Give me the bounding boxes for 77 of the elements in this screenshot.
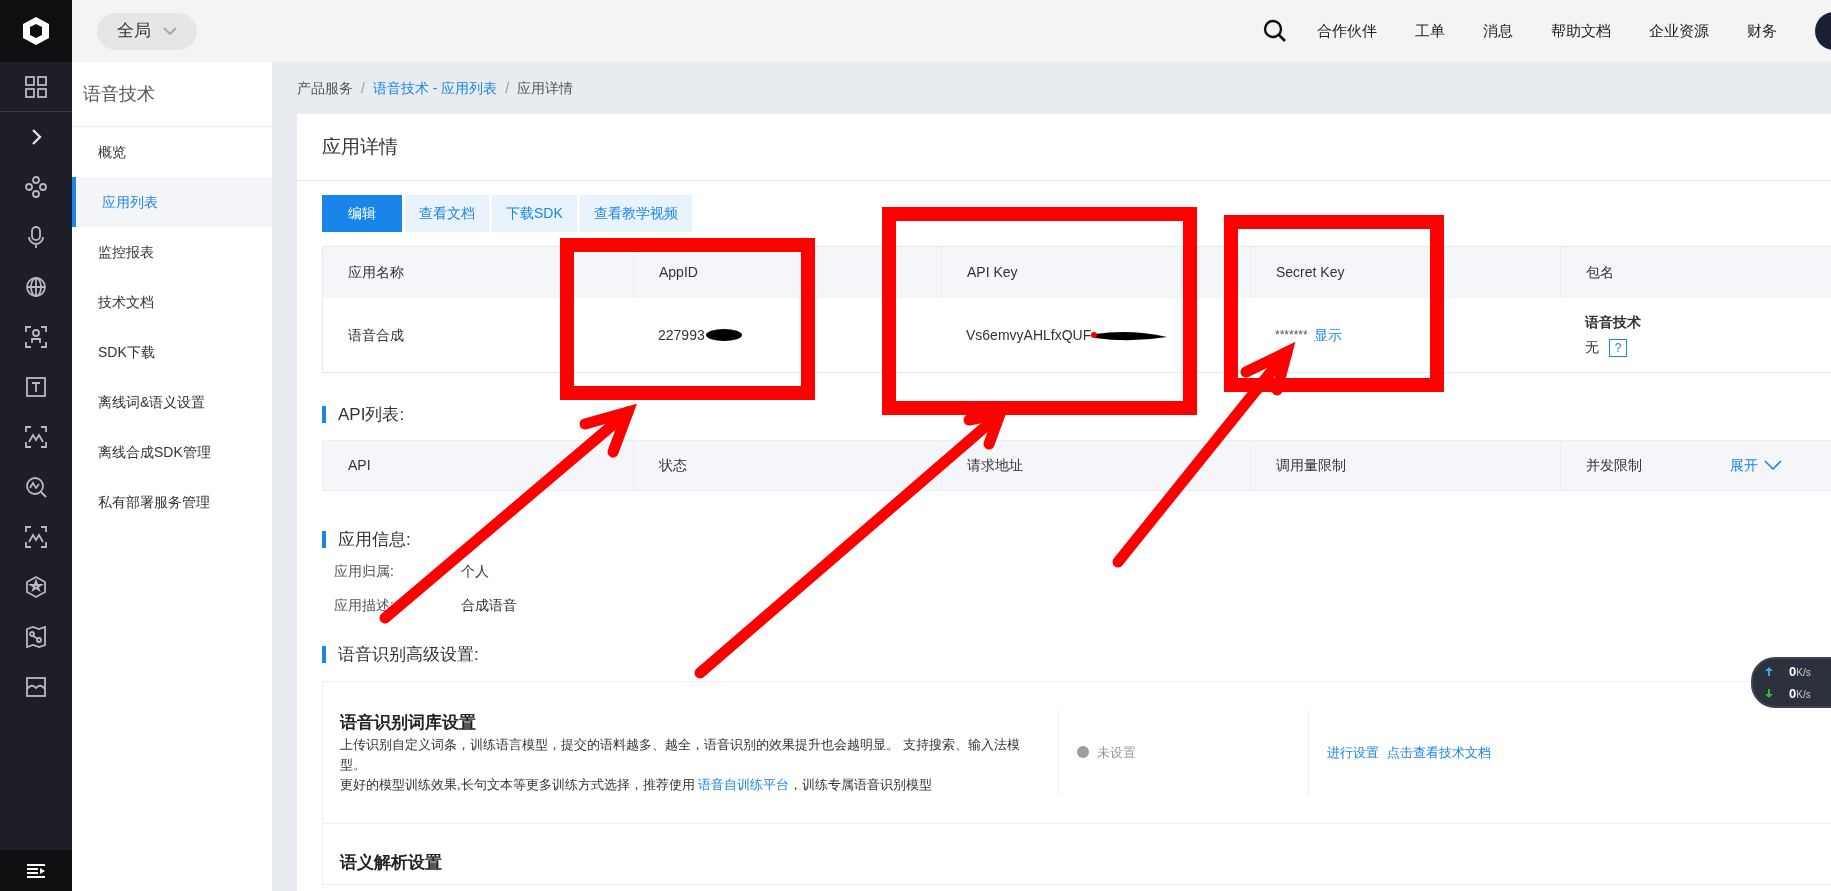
field-label: 应用归属:: [334, 562, 395, 581]
field-value: 合成语音: [461, 596, 517, 615]
sidebar-item[interactable]: SDK下载: [72, 327, 272, 377]
table-cell-text: Vs6emvyAHLfxQUF: [966, 325, 1092, 345]
column-header: API: [347, 455, 372, 475]
expand-toggle[interactable]: 展开: [1730, 454, 1782, 476]
column-header: 应用名称: [347, 263, 405, 282]
action-link[interactable]: 点击查看技术文档: [1387, 742, 1491, 762]
nav-link[interactable]: 工单: [1415, 19, 1445, 43]
sidebar-item[interactable]: 应用列表: [72, 177, 272, 227]
globe-icon[interactable]: [24, 275, 48, 299]
column-header: 请求地址: [941, 440, 1250, 490]
sidebar-item[interactable]: 监控报表: [72, 227, 272, 277]
section-note: 更好的模型训练效果,长句文本等更多训练方式选择，推荐使用 语音自训练平台，训练专属语音识别模型: [340, 776, 934, 794]
scan-person-icon[interactable]: [24, 325, 48, 349]
field-value: 个人: [461, 562, 489, 581]
table-cell-text: 227993: [658, 325, 705, 345]
sidebar-item[interactable]: 技术文档: [72, 277, 272, 327]
action-button[interactable]: 编辑: [322, 195, 402, 232]
hexagon-star-icon[interactable]: [24, 575, 48, 599]
download-arrow-icon: [1765, 688, 1773, 698]
chevron-down-icon: [163, 26, 177, 36]
column-header: 并发限制: [1560, 440, 1730, 490]
section-description: 上传识别自定义词条，训练语言模型，提交的语料越多、越全，语音识别的效果提升也会越明显。 支持搜索、输入法模型。: [340, 736, 1021, 774]
action-link[interactable]: 进行设置: [1327, 742, 1379, 762]
section-title: 语音识别词库设置: [340, 711, 477, 734]
sidebar-item[interactable]: 私有部署服务管理: [72, 477, 272, 527]
image-wave-icon[interactable]: [24, 675, 48, 699]
nav-link[interactable]: 消息: [1483, 19, 1513, 43]
scan-mountain-icon[interactable]: [24, 525, 48, 549]
speed-value: 0: [1789, 663, 1797, 681]
section-heading: API列表:: [338, 404, 405, 426]
column-header: 调用量限制: [1250, 440, 1560, 490]
search-chart-icon[interactable]: [24, 475, 48, 499]
breadcrumb-item: 产品服务: [297, 78, 353, 98]
section-title: 语义解析设置: [340, 852, 443, 874]
help-icon[interactable]: ?: [1609, 338, 1627, 357]
sidebar-item[interactable]: 概览: [72, 127, 272, 177]
grid-icon[interactable]: [24, 74, 48, 99]
redaction-mark: [704, 327, 743, 343]
map-route-icon[interactable]: [24, 625, 48, 649]
sidebar-item[interactable]: 离线词&语义设置: [72, 377, 272, 427]
masked-secret: *******: [1275, 327, 1308, 344]
nodes-icon[interactable]: [24, 175, 48, 199]
sidebar-item[interactable]: 离线合成SDK管理: [72, 427, 272, 477]
section-heading: 语音识别高级设置:: [338, 644, 479, 666]
breadcrumb-item: 应用详情: [517, 78, 574, 98]
action-button[interactable]: 查看教学视频: [579, 195, 692, 232]
scan-mountain-icon[interactable]: [24, 425, 48, 449]
show-link[interactable]: 显示: [1313, 324, 1342, 346]
nav-link[interactable]: 财务: [1747, 19, 1777, 43]
nav-link[interactable]: 合作伙伴: [1317, 19, 1377, 43]
package-title: 语音技术: [1585, 313, 1642, 332]
text-box-icon[interactable]: [24, 375, 48, 399]
chevron-down-icon: [1764, 460, 1782, 470]
nav-link[interactable]: 帮助文档: [1551, 19, 1611, 43]
package-value: 无: [1585, 338, 1599, 357]
platform-link[interactable]: 语音自训练平台: [698, 777, 790, 792]
breadcrumb-separator: /: [361, 78, 365, 98]
speed-value: 0: [1789, 684, 1797, 703]
action-button[interactable]: 查看文档: [405, 195, 489, 232]
scope-label: 全局: [117, 20, 151, 43]
upload-arrow-icon: [1765, 667, 1773, 677]
speed-unit: K/s: [1796, 687, 1811, 702]
logo-icon[interactable]: [0, 0, 72, 62]
column-header: 状态: [633, 440, 941, 490]
section-heading: 应用信息:: [338, 528, 411, 551]
page-title: 应用详情: [322, 134, 398, 159]
scope-selector[interactable]: 全局: [97, 12, 197, 50]
breadcrumb-separator: /: [505, 78, 510, 98]
menu-icon[interactable]: [0, 850, 72, 891]
status-text: 未设置: [1097, 743, 1136, 762]
table-cell-text: 语音合成: [348, 325, 404, 345]
speed-unit: K/s: [1796, 666, 1811, 680]
nav-link[interactable]: 企业资源: [1649, 19, 1709, 43]
sidebar-title: 语音技术: [83, 82, 155, 106]
search-icon[interactable]: [1263, 19, 1287, 43]
